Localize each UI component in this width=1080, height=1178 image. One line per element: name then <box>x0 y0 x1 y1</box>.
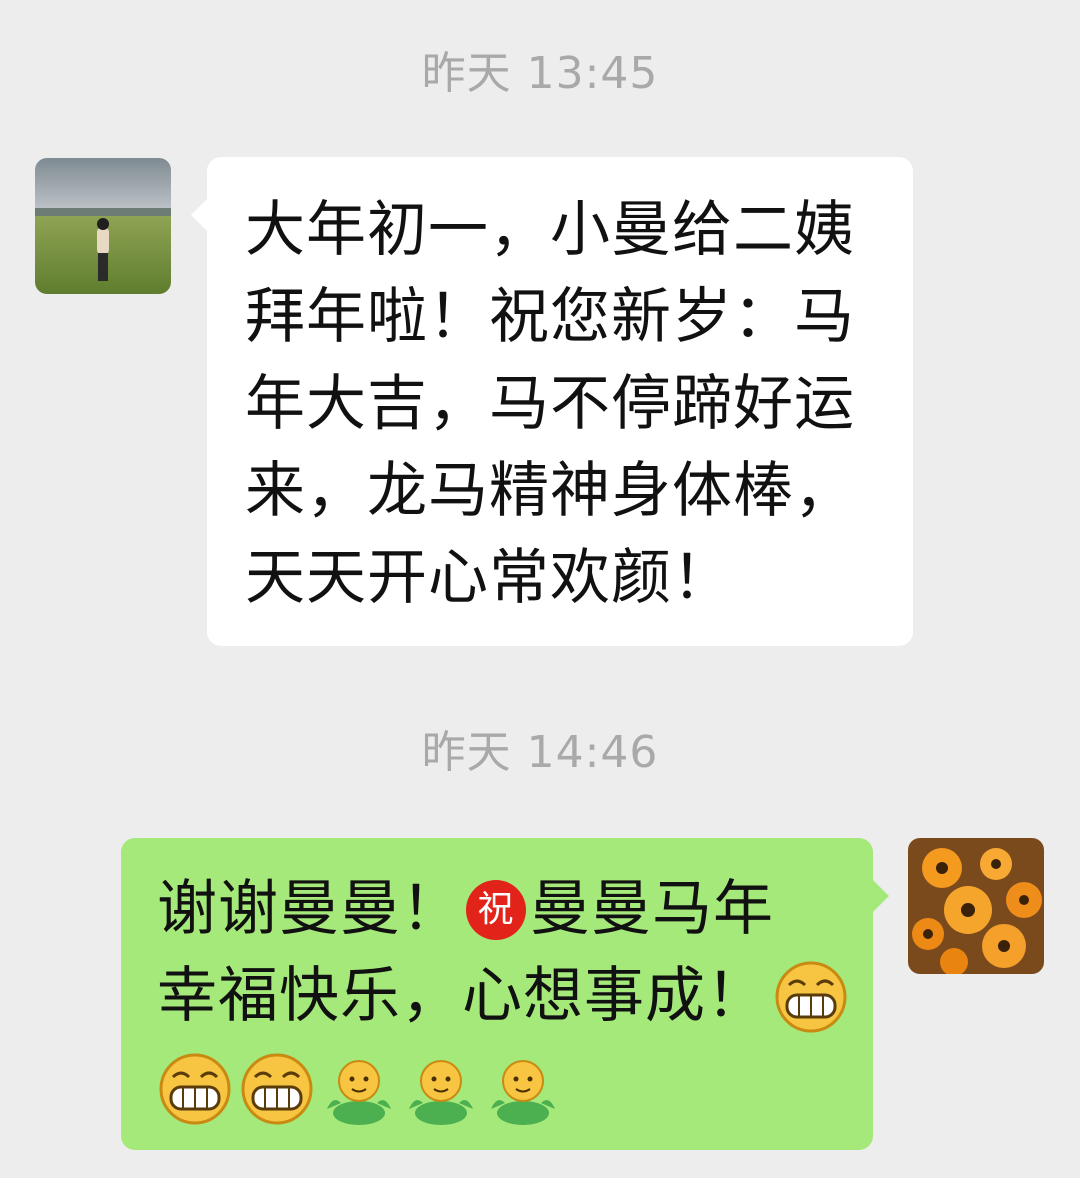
congrats-badge-icon: 祝 <box>466 879 526 940</box>
bubble-tail <box>873 880 889 912</box>
message-line: 谢谢曼曼！ 祝 曼曼马年 <box>157 866 774 953</box>
user-avatar[interactable] <box>908 838 1044 974</box>
contact-avatar[interactable] <box>35 158 171 294</box>
grin-emoji-icon <box>159 1053 231 1125</box>
contact-avatar-photo <box>35 158 171 294</box>
message-line: 来，龙马精神身体棒， <box>245 456 855 526</box>
timestamp: 昨天 13:45 <box>421 48 659 99</box>
message-text: 幸福快乐，心想事成！ <box>157 961 767 1031</box>
grin-emoji-icon <box>241 1053 313 1125</box>
hug-emoji-icon <box>491 1060 555 1125</box>
message-line: 拜年啦！祝您新岁：马 <box>245 282 855 352</box>
hug-emoji-icon <box>409 1060 473 1125</box>
congrats-badge-label: 祝 <box>477 888 515 930</box>
timestamp: 昨天 14:46 <box>421 727 659 778</box>
grin-emoji-icon <box>775 961 847 1032</box>
bubble-tail <box>191 199 207 231</box>
hug-emoji-icon <box>327 1060 391 1125</box>
message-line: 幸福快乐，心想事成！ <box>157 953 849 1040</box>
message-text: 谢谢曼曼！ <box>157 874 462 944</box>
message-text: 曼曼马年 <box>530 874 774 944</box>
outgoing-message-bubble[interactable]: 谢谢曼曼！ 祝 曼曼马年 幸福快乐，心想事成！ <box>121 838 889 1150</box>
message-line: 天天开心常欢颜！ <box>245 543 733 613</box>
message-line: 大年初一，小曼给二姨 <box>245 195 855 265</box>
user-avatar-photo <box>908 838 1044 974</box>
incoming-message-bubble[interactable]: 大年初一，小曼给二姨 拜年啦！祝您新岁：马 年大吉，马不停蹄好运 来，龙马精神身… <box>191 157 913 646</box>
message-line: 年大吉，马不停蹄好运 <box>245 369 855 439</box>
emoji-line <box>157 1040 843 1127</box>
